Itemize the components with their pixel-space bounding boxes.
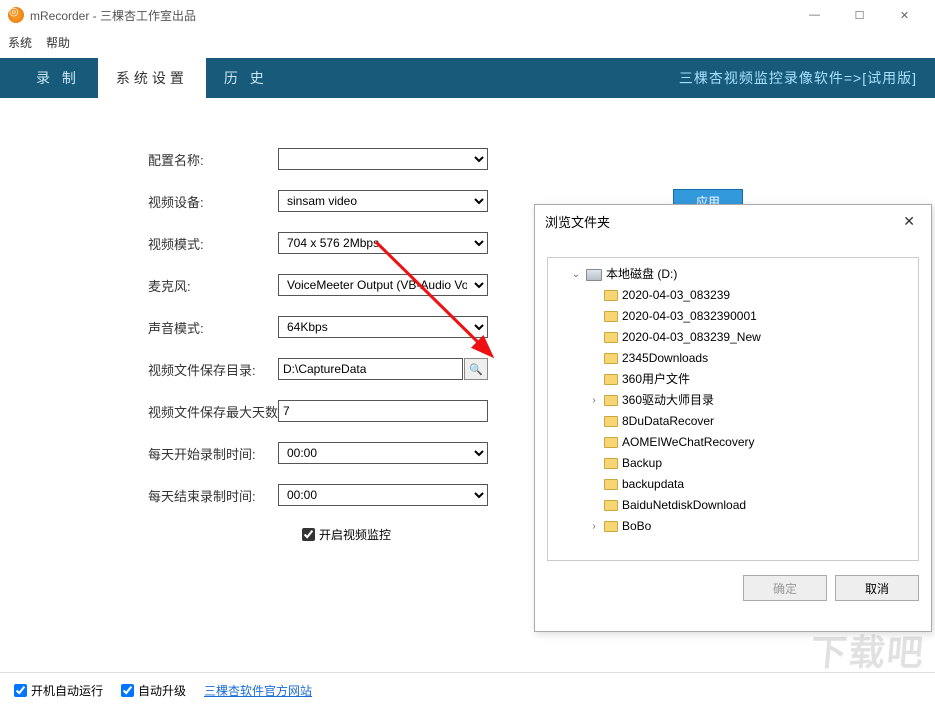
- tab-settings[interactable]: 系统设置: [98, 58, 206, 98]
- browse-folder-dialog: 浏览文件夹 ✕ ⌄本地磁盘 (D:)2020-04-03_0832392020-…: [534, 204, 932, 632]
- app-icon: [8, 7, 24, 23]
- dialog-ok-button[interactable]: 确定: [743, 575, 827, 601]
- tree-folder-label[interactable]: 360驱动大师目录: [622, 390, 714, 411]
- tree-folder-label[interactable]: AOMEIWeChatRecovery: [622, 432, 755, 453]
- label-mic: 麦克风:: [18, 276, 278, 295]
- titlebar: mRecorder - 三棵杏工作室出品 — ☐ ✕: [0, 0, 935, 30]
- browse-button[interactable]: 🔍: [464, 358, 488, 380]
- label-config-name: 配置名称:: [18, 150, 278, 169]
- window-title: mRecorder - 三棵杏工作室出品: [30, 7, 196, 24]
- minimize-button[interactable]: —: [792, 0, 837, 30]
- enable-monitor-label: 开启视频监控: [319, 526, 391, 543]
- folder-icon: [604, 437, 618, 448]
- mic-select[interactable]: VoiceMeeter Output (VB-Audio Vo: [278, 274, 488, 296]
- folder-icon: [604, 353, 618, 364]
- folder-icon: [604, 458, 618, 469]
- video-mode-select[interactable]: 704 x 576 2Mbps: [278, 232, 488, 254]
- video-device-select[interactable]: sinsam video: [278, 190, 488, 212]
- official-site-link[interactable]: 三棵杏软件官方网站: [204, 682, 312, 699]
- tabbar: 录 制 系统设置 历 史 三棵杏视频监控录像软件=>[试用版]: [0, 58, 935, 98]
- label-max-days: 视频文件保存最大天数:: [18, 402, 278, 421]
- content-panel: 配置名称: 视频设备: sinsam video 视频模式: 704 x 576…: [18, 104, 917, 658]
- dialog-cancel-button[interactable]: 取消: [835, 575, 919, 601]
- window-controls: — ☐ ✕: [792, 0, 927, 30]
- chevron-right-icon[interactable]: ›: [588, 516, 600, 537]
- folder-icon: [604, 332, 618, 343]
- max-days-input[interactable]: [278, 400, 488, 422]
- folder-icon: [604, 479, 618, 490]
- drive-icon: [586, 269, 602, 281]
- tree-folder-label[interactable]: backupdata: [622, 474, 684, 495]
- menu-help[interactable]: 帮助: [46, 34, 70, 51]
- menu-system[interactable]: 系统: [8, 34, 32, 51]
- folder-icon: [604, 395, 618, 406]
- tree-folder-label[interactable]: 2345Downloads: [622, 348, 708, 369]
- footer: 开机自动运行 自动升级 三棵杏软件官方网站: [0, 672, 935, 708]
- dialog-close-button[interactable]: ✕: [897, 211, 921, 232]
- folder-tree[interactable]: ⌄本地磁盘 (D:)2020-04-03_0832392020-04-03_08…: [547, 257, 919, 561]
- folder-icon: [604, 500, 618, 511]
- search-folder-icon: 🔍: [469, 363, 483, 376]
- maximize-button[interactable]: ☐: [837, 0, 882, 30]
- config-name-select[interactable]: [278, 148, 488, 170]
- tree-folder-label[interactable]: 8DuDataRecover: [622, 411, 714, 432]
- tab-record[interactable]: 录 制: [18, 58, 98, 98]
- enable-monitor-checkbox[interactable]: [302, 528, 315, 541]
- close-button[interactable]: ✕: [882, 0, 927, 30]
- folder-icon: [604, 311, 618, 322]
- tree-folder-label[interactable]: 2020-04-03_0832390001: [622, 306, 757, 327]
- chevron-right-icon[interactable]: ›: [588, 390, 600, 411]
- folder-icon: [604, 290, 618, 301]
- dialog-title: 浏览文件夹: [545, 212, 610, 231]
- tree-folder-label[interactable]: 2020-04-03_083239_New: [622, 327, 761, 348]
- auto-start-checkbox[interactable]: [14, 684, 27, 697]
- chevron-down-icon[interactable]: ⌄: [570, 264, 582, 285]
- menubar: 系统 帮助: [0, 30, 935, 54]
- tree-folder-label[interactable]: BaiduNetdiskDownload: [622, 495, 746, 516]
- tree-drive-label[interactable]: 本地磁盘 (D:): [606, 264, 677, 285]
- label-save-dir: 视频文件保存目录:: [18, 360, 278, 379]
- label-audio-mode: 声音模式:: [18, 318, 278, 337]
- label-end-time: 每天结束录制时间:: [18, 486, 278, 505]
- audio-mode-select[interactable]: 64Kbps: [278, 316, 488, 338]
- label-video-device: 视频设备:: [18, 192, 278, 211]
- auto-upgrade-checkbox[interactable]: [121, 684, 134, 697]
- save-dir-input[interactable]: [278, 358, 463, 380]
- start-time-select[interactable]: 00:00: [278, 442, 488, 464]
- folder-icon: [604, 521, 618, 532]
- auto-start-label: 开机自动运行: [31, 682, 103, 699]
- folder-icon: [604, 374, 618, 385]
- tree-folder-label[interactable]: BoBo: [622, 516, 651, 537]
- folder-icon: [604, 416, 618, 427]
- tab-history[interactable]: 历 史: [206, 58, 286, 98]
- tree-folder-label[interactable]: Backup: [622, 453, 662, 474]
- label-start-time: 每天开始录制时间:: [18, 444, 278, 463]
- tree-folder-label[interactable]: 2020-04-03_083239: [622, 285, 730, 306]
- auto-upgrade-label: 自动升级: [138, 682, 186, 699]
- tree-folder-label[interactable]: 360用户文件: [622, 369, 690, 390]
- end-time-select[interactable]: 00:00: [278, 484, 488, 506]
- label-video-mode: 视频模式:: [18, 234, 278, 253]
- app-title-banner: 三棵杏视频监控录像软件=>[试用版]: [679, 68, 917, 88]
